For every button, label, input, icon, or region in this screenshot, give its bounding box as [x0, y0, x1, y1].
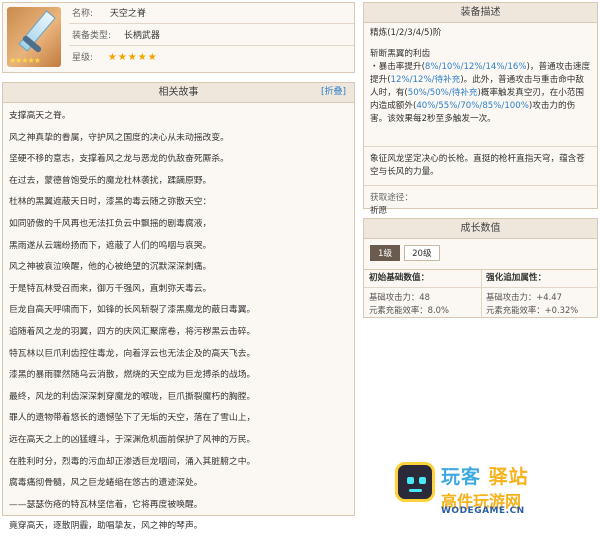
bonus-stats-header: 强化追加属性：: [481, 270, 598, 288]
story-line: 杜林的黑翼遮蔽天日时，漆黑的毒云随之弥散天空：: [9, 197, 212, 208]
growth-header: 成长数值: [364, 219, 597, 239]
weapon-lore: 象征风龙坚定决心的长枪。直挺的枪杆直指天穹，蕴含苍空与长风的力量。: [370, 154, 585, 177]
story-line: 坚硬不移的意志，支撑着风之龙与恶龙的仇敌奋死厮杀。: [9, 154, 229, 165]
bonus-stats-column: 强化追加属性： 基础攻击力：+4.47 元素充能效率：+0.32%: [481, 270, 598, 317]
story-text: 支撑高天之脊。风之神真挚的眷属，守护风之国度的决心从未动摇改变。 坚硬不移的意志，…: [3, 103, 354, 538]
story-line: 远在高天之上的凶猛缠斗，于深渊危机面前保护了风神的万民。: [9, 434, 256, 445]
story-title: 相关故事: [158, 87, 199, 98]
weapon-name-key: 名称:: [72, 9, 94, 19]
icon-rarity-stars: ★★★★★: [9, 56, 41, 65]
watermark-brand: 玩客 驿站: [441, 466, 529, 488]
story-line: 漆黑的暴雨骤然随乌云消散，燃烧的天空成为巨龙搏杀的战场。: [9, 370, 256, 381]
bonus-atk: 基础攻击力：+4.47: [486, 292, 562, 302]
story-line: 在过去，蒙德曾饱受乐的魔龙杜林袭扰，蹂躏原野。: [9, 175, 212, 186]
weapon-stars-key: 星级:: [72, 53, 94, 63]
weapon-type: 长柄武器: [123, 31, 160, 41]
base-stats-column: 初始基础数值： 基础攻击力：48 元素充能效率：8.0%: [364, 270, 482, 317]
equip-header: 装备描述: [364, 3, 597, 23]
level-switcher: 1级 20级: [364, 239, 597, 267]
equip-desc-panel: 装备描述 精炼(1/2/3/4/5)阶 斩断黑翼的利齿 ・暴击率提升(8%/10…: [363, 2, 598, 216]
growth-title: 成长数值: [460, 223, 501, 234]
story-line: 在胜利时分，烈毒的污血却正渗透巨龙咽间，涌入其脏腑之中。: [9, 456, 256, 467]
damage-values: 40%/55%/70%/85%/100%: [416, 101, 529, 111]
weapon-rarity-stars: ★★★★★: [107, 52, 158, 63]
weapon-type-row: 装备类型: 长柄武器: [69, 27, 354, 46]
level-20-button[interactable]: 20级: [404, 245, 440, 261]
base-er: 元素充能效率：8.0%: [369, 305, 449, 315]
story-line: 巨龙自高天呼啸而下，如锋的长风斩裂了漆黑魔龙的蔽日毒翼。: [9, 305, 256, 316]
story-line: 腐毒痛彻骨髓，风之巨龙蜷缩在悠古的遗迹深处。: [9, 478, 203, 489]
story-line: 黑雨遂从云端纷扬而下，遮蔽了人们的呜咽与哀哭。: [9, 240, 212, 251]
story-line: 风之神被哀泣唤醒，他的心被绝望的沉默深深刺痛。: [9, 262, 212, 273]
passive-name: 斩断黑翼的利齿: [370, 49, 431, 59]
weapon-stars-row: 星级: ★★★★★: [69, 49, 354, 67]
crit-values: 8%/10%/12%/14%/16%: [424, 62, 527, 72]
story-line: 支撑高天之脊。: [9, 111, 71, 121]
story-line: 最终，风龙的利齿深深刺穿魔龙的喉咙，巨爪撕裂魔朽的胸膛。: [9, 391, 256, 402]
story-panel: 相关故事 [折叠] 支撑高天之脊。风之神真挚的眷属，守护风之国度的决心从未动摇改…: [2, 82, 355, 531]
growth-table: 初始基础数值： 基础攻击力：48 元素充能效率：8.0% 强化追加属性： 基础攻…: [364, 269, 598, 317]
growth-panel: 成长数值 1级 20级 初始基础数值： 基础攻击力：48 元素充能效率：8.0% …: [363, 218, 598, 318]
atkspd-values: 12%/12%/待补充: [390, 75, 461, 85]
chance-values: 50%/50%/待补充: [407, 88, 478, 98]
story-header: 相关故事 [折叠]: [3, 83, 354, 103]
obtain-label: 获取途径：: [370, 193, 413, 203]
obtain-method: 祈愿: [370, 206, 388, 216]
watermark-domain: WODEGAME.CN: [441, 506, 525, 516]
story-line: 风之神真挚的眷属，守护风之国度的决心从未动摇改变。: [9, 132, 229, 143]
weapon-name: 天空之脊: [109, 9, 146, 19]
story-line: 于是特瓦林受召而来，御万千强风，直刺弥天毒云。: [9, 283, 212, 294]
bonus-er: 元素充能效率：+0.32%: [486, 305, 579, 315]
robot-logo-icon: [395, 462, 435, 502]
base-stats-header: 初始基础数值：: [364, 270, 481, 288]
story-collapse-link[interactable]: [折叠]: [321, 83, 346, 102]
story-line: ——瑟瑟伤疮的特瓦林坚信着，它将再度被唤醒。: [9, 499, 203, 510]
story-line: 竟穿高天，逐散阴霾，助唱挚友，风之神的琴声。: [9, 521, 203, 532]
weapon-info-card: ★★★★★ 名称: 天空之脊 装备类型: 长柄武器 星级: ★★★★★: [2, 2, 355, 73]
base-atk: 基础攻击力：48: [369, 292, 430, 302]
story-line: 罪人的遗物带着悠长的遗憾坠下了无垢的天空，落在了雪山上，: [9, 413, 256, 424]
equip-title: 装备描述: [460, 7, 501, 18]
weapon-type-key: 装备类型:: [72, 31, 112, 41]
story-line: 追随着风之龙的羽翼，四方的庆风汇聚席卷，将污秽黑云击碎。: [9, 326, 256, 337]
weapon-name-row: 名称: 天空之脊: [69, 5, 354, 24]
level-1-button[interactable]: 1级: [370, 245, 401, 261]
refine-tabs[interactable]: 精炼(1/2/3/4/5)阶: [370, 27, 591, 40]
story-line: 如同骄傲的千风再也无法扛负云中飘摇的剧毒腐液，: [9, 218, 212, 229]
weapon-icon: ★★★★★: [7, 7, 61, 67]
passive-effect: ・暴击率提升(8%/10%/12%/14%/16%)，普通攻击速度提升(12%/…: [370, 62, 591, 124]
story-line: 特瓦林以巨爪利齿控住毒龙，向着浮云也无法企及的高天飞去。: [9, 348, 256, 359]
site-watermark: 玩客 驿站 高件玩游网 WODEGAME.CN: [395, 458, 600, 518]
